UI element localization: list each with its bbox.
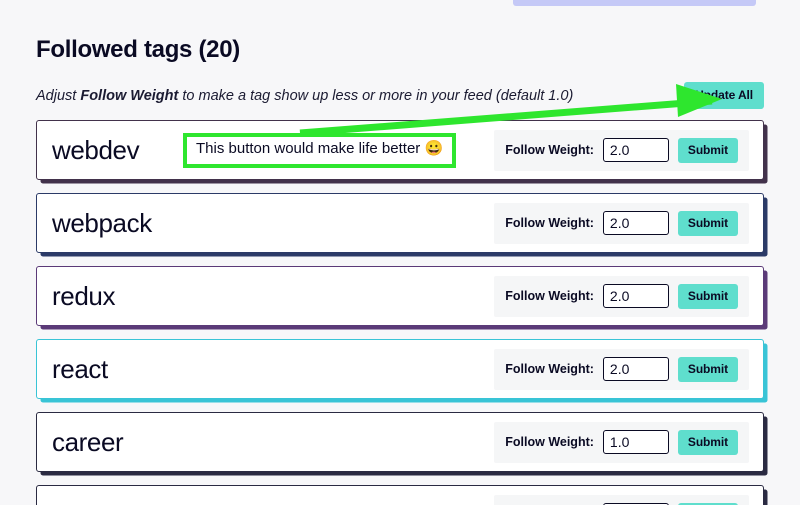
followed-tags-list: webdevFollow Weight:SubmitwebpackFollow …	[36, 120, 764, 505]
submit-button[interactable]: Submit	[677, 356, 738, 382]
follow-weight-label: Follow Weight:	[505, 216, 594, 230]
follow-weight-input[interactable]	[602, 211, 669, 235]
follow-weight-group: Follow Weight: Submit	[494, 129, 749, 171]
tag-name: redux	[52, 281, 116, 311]
description-bold-term: Follow Weight	[80, 87, 179, 104]
follow-weight-group: Follow Weight: Submit	[494, 421, 749, 463]
follow-weight-description: Adjust Follow Weight to make a tag show …	[36, 88, 676, 104]
submit-button[interactable]: Submit	[677, 429, 738, 455]
follow-weight-input[interactable]	[602, 357, 669, 381]
tag-row: career Follow Weight: Submit	[36, 412, 764, 472]
description-suffix: to make a tag show up less or more in yo…	[178, 87, 574, 104]
follow-weight-input[interactable]	[602, 138, 669, 162]
follow-weight-label: Follow Weight:	[505, 362, 594, 376]
tag-row: react Follow Weight: Submit	[36, 339, 764, 399]
description-prefix: Adjust	[36, 87, 81, 104]
follow-weight-label: Follow Weight:	[505, 289, 594, 303]
tag-row: redux Follow Weight: Submit	[36, 266, 764, 326]
follow-weight-label: Follow Weight:	[505, 435, 594, 449]
tag-row: webdev Follow Weight: Submit	[36, 120, 764, 180]
follow-weight-group: Follow Weight: Submit	[494, 202, 749, 244]
follow-weight-input[interactable]	[602, 430, 669, 454]
submit-button[interactable]: Submit	[677, 137, 738, 163]
page-title: Followed tags (20)	[36, 36, 240, 63]
tag-name: career	[52, 427, 124, 457]
submit-button[interactable]: Submit	[677, 210, 738, 236]
tag-name: webpack	[52, 208, 152, 238]
tag-row: webpack Follow Weight: Submit	[36, 193, 764, 253]
description-row: Adjust Follow Weight to make a tag show …	[36, 82, 764, 109]
tag-name: react	[52, 354, 108, 384]
tag-row: Follow Weight:Submit	[36, 485, 764, 505]
tag-name: webdev	[52, 135, 140, 165]
submit-button[interactable]: Submit	[677, 283, 738, 309]
follow-weight-label: Follow Weight:	[505, 143, 594, 157]
follow-weight-group: Follow Weight: Submit	[494, 348, 749, 390]
followed-tags-page: Followed tags (20) Adjust Follow Weight …	[0, 0, 800, 505]
follow-weight-input[interactable]	[602, 284, 669, 308]
follow-weight-group: Follow Weight:Submit	[494, 494, 749, 505]
update-all-button[interactable]: Update All	[684, 82, 764, 109]
follow-weight-group: Follow Weight: Submit	[494, 275, 749, 317]
